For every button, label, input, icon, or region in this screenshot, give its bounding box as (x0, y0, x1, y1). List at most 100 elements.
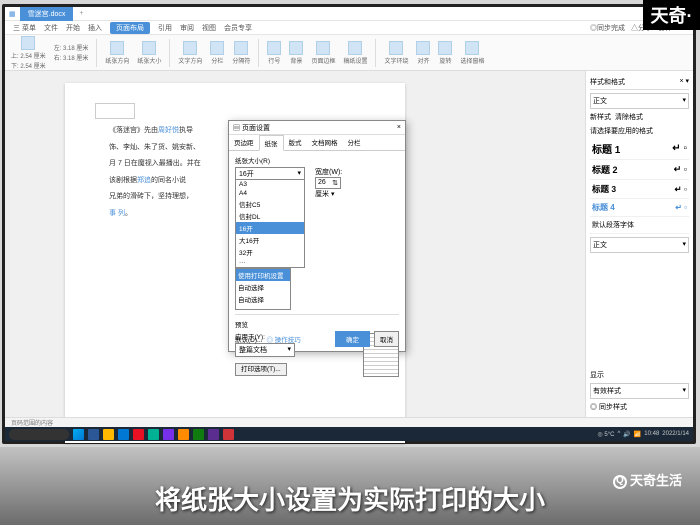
selection-pane-label: 选择窗格 (460, 56, 484, 65)
orientation-button[interactable]: 纸张方向 (105, 41, 129, 65)
list-item[interactable]: 使用打印机设置 (236, 269, 290, 281)
first-page-listbox[interactable]: 使用打印机设置 自动选择 自动选择 (235, 268, 291, 310)
tab-insert[interactable]: 插入 (88, 23, 102, 33)
paper-option[interactable]: 信封C5 (236, 198, 304, 210)
taskbar-app-icon[interactable] (223, 429, 234, 440)
tab-review[interactable]: 审阅 (180, 23, 194, 33)
taskbar-app-icon[interactable] (118, 429, 129, 440)
ok-button[interactable]: 确定 (335, 331, 370, 347)
styles-panel-close[interactable]: × ▾ (679, 77, 689, 87)
tab-premium[interactable]: 会员专享 (224, 23, 252, 33)
sync-status[interactable]: ◎同步完成 (590, 23, 625, 33)
manuscript-label: 稿纸设置 (343, 56, 367, 65)
clear-format-button[interactable]: 清除格式 (615, 112, 643, 122)
style-heading-2[interactable]: 标题 2↵ ▫ (590, 160, 689, 180)
show-filter-dropdown[interactable]: 有效样式▾ (590, 383, 689, 399)
margins-group[interactable]: 上: 2.54 厘米 下: 2.54 厘米 (11, 36, 46, 70)
default-button[interactable]: 默认(D)... (235, 334, 262, 344)
tab-page-layout[interactable]: 页面布局 (110, 22, 150, 34)
list-item[interactable]: 自动选择 (236, 293, 290, 305)
style-heading-1[interactable]: 标题 1↵ ▫ (590, 138, 689, 160)
paper-option[interactable]: ··· (236, 258, 304, 267)
dlg-tab-margins[interactable]: 页边距 (229, 135, 259, 150)
dlg-tab-columns[interactable]: 分栏 (343, 135, 366, 150)
dialog-close-button[interactable]: × (397, 124, 401, 131)
taskbar-app-icon[interactable] (193, 429, 204, 440)
tray-icon[interactable]: 📶 (634, 431, 641, 438)
tab-view[interactable]: 视图 (202, 23, 216, 33)
taskbar-app-icon[interactable] (88, 429, 99, 440)
sync-styles-link[interactable]: ◎ 同步样式 (590, 402, 689, 412)
menu-button[interactable]: 三 菜单 (13, 23, 36, 33)
paper-size-button[interactable]: 纸张大小 (137, 41, 161, 65)
weather-widget[interactable]: ◎ 5°C (598, 431, 615, 438)
style-heading-3[interactable]: 标题 3↵ ▫ (590, 180, 689, 199)
paper-option[interactable]: 信封DL (236, 210, 304, 222)
taskbar-app-icon[interactable] (208, 429, 219, 440)
tips-link[interactable]: ◎ 操作技巧 (266, 334, 300, 344)
document-tab[interactable]: 雪迷宫.docx (20, 7, 74, 21)
tab-file[interactable]: 文件 (44, 23, 58, 33)
taskbar-app-icon[interactable] (148, 429, 159, 440)
taskbar-app-icon[interactable] (103, 429, 114, 440)
align-button[interactable]: 对齐 (416, 41, 430, 65)
paper-option[interactable]: A4 (236, 189, 304, 198)
columns-button[interactable]: 分栏 (210, 41, 224, 65)
current-style-dropdown[interactable]: 正文▾ (590, 93, 689, 109)
breaks-button[interactable]: 分隔符 (232, 41, 250, 65)
wrap-label: 文字环绕 (384, 56, 408, 65)
clock-time[interactable]: 10:48 (644, 431, 659, 437)
paper-option-selected[interactable]: 16开 (236, 222, 304, 234)
watermark-icon (613, 475, 627, 489)
status-bar: 页码范围的内容 (5, 417, 693, 427)
ribbon-toolbar: 上: 2.54 厘米 下: 2.54 厘米 左: 3.18 厘米 右: 3.18… (5, 35, 693, 71)
width-spinner[interactable]: 26⇅ (315, 177, 341, 189)
cancel-button[interactable]: 取消 (374, 331, 399, 347)
chevron-down-icon: ▾ (297, 169, 301, 179)
para-icon: ↵ ▫ (674, 164, 687, 175)
clock-date[interactable]: 2022/1/14 (662, 431, 689, 437)
start-button[interactable] (73, 429, 84, 440)
paper-option[interactable]: A3 (236, 180, 304, 189)
paper-option[interactable]: 32开 (236, 246, 304, 258)
taskbar-search[interactable] (9, 429, 69, 440)
taskbar-app-icon[interactable] (178, 429, 189, 440)
taskbar-app-icon[interactable] (133, 429, 144, 440)
line-numbers-button[interactable]: 行号 (267, 41, 281, 65)
style-heading-4[interactable]: 标题 4↵ ▫ (590, 199, 689, 217)
new-style-button[interactable]: 新样式 (590, 112, 611, 122)
tab-home[interactable]: 开始 (66, 23, 80, 33)
paper-size-dropdown[interactable]: 16开▾ A3 A4 信封C5 信封DL 16开 大16开 32开 ··· (235, 167, 305, 199)
wrap-button[interactable]: 文字环绕 (384, 41, 408, 65)
tab-references[interactable]: 引用 (158, 23, 172, 33)
list-item[interactable]: 自动选择 (236, 281, 290, 293)
style-default-font[interactable]: 默认段落字体 (590, 217, 689, 234)
dlg-tab-grid[interactable]: 文档网格 (307, 135, 343, 150)
page-border-button[interactable]: 页面边框 (311, 41, 335, 65)
hyperlink[interactable]: 郑追 (137, 177, 151, 184)
new-tab-button[interactable]: + (79, 10, 83, 17)
hyperlink[interactable]: 事 列 (109, 210, 125, 217)
unit-dropdown[interactable]: 厘米 ▾ (315, 191, 334, 198)
spinner-arrows-icon[interactable]: ⇅ (332, 179, 338, 187)
paper-option[interactable]: 大16开 (236, 234, 304, 246)
taskbar-app-icon[interactable] (163, 429, 174, 440)
dlg-tab-paper[interactable]: 纸张 (259, 135, 284, 151)
body-style-item[interactable]: 正文▾ (590, 237, 689, 253)
styles-panel-title: 样式和格式 (590, 77, 625, 87)
rotate-button[interactable]: 旋转 (438, 41, 452, 65)
tray-icon[interactable]: 🔊 (623, 431, 630, 438)
tray-icon[interactable]: ^ (617, 431, 620, 437)
page-setup-dialog: ▤ 页面设置 × 页边距 纸张 版式 文档网格 分栏 纸张大小(R) 16开▾ … (228, 120, 406, 352)
text-direction-button[interactable]: 文字方向 (178, 41, 202, 65)
line-numbers-icon (267, 41, 281, 55)
dlg-tab-layout[interactable]: 版式 (284, 135, 307, 150)
caption-text: 将纸张大小设置为实际打印的大小 (155, 480, 545, 517)
selection-pane-button[interactable]: 选择窗格 (460, 41, 484, 65)
hyperlink[interactable]: 周好悦 (158, 127, 179, 134)
print-options-button[interactable]: 打印选项(T)... (235, 363, 287, 376)
smart-tag-icon[interactable] (95, 103, 135, 119)
rotate-icon (438, 41, 452, 55)
manuscript-button[interactable]: 稿纸设置 (343, 41, 367, 65)
background-button[interactable]: 背景 (289, 41, 303, 65)
